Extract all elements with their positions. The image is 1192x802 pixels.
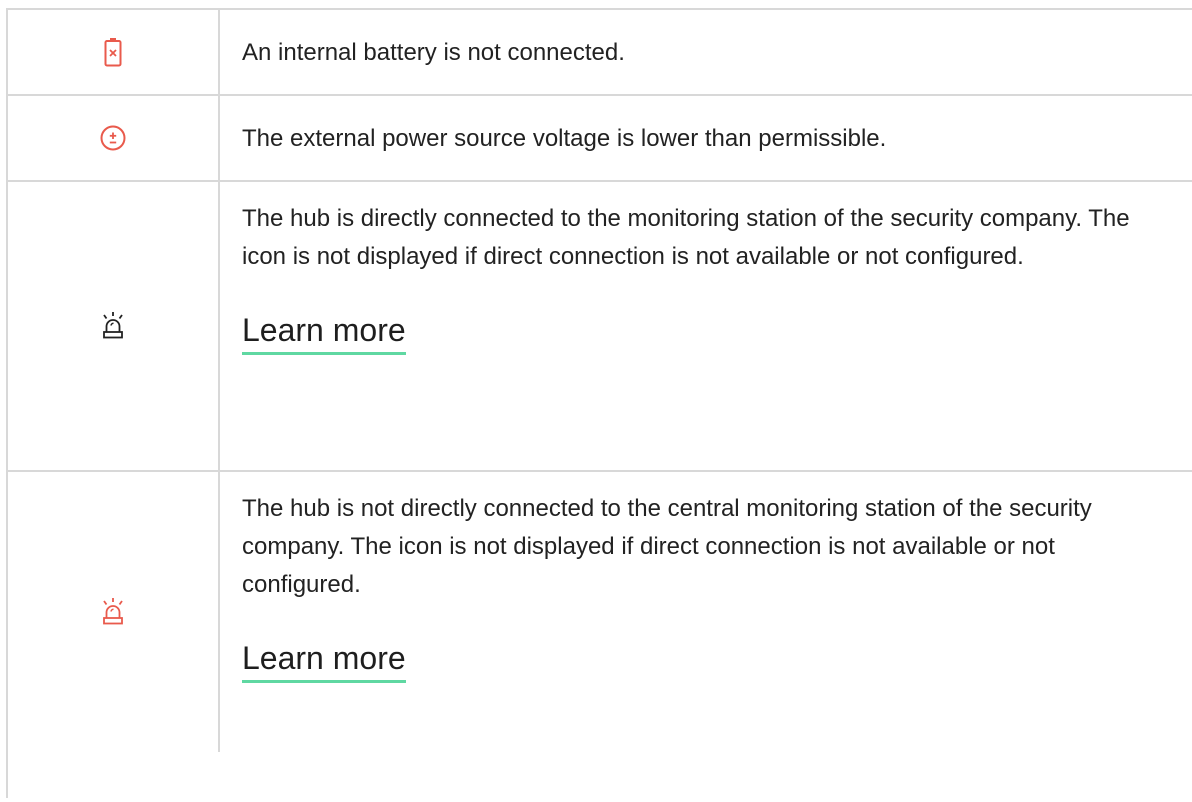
row-description: The hub is not directly connected to the… (242, 495, 1092, 598)
learn-more-link[interactable]: Learn more (242, 638, 406, 683)
row-description: The external power source voltage is low… (242, 125, 887, 152)
table-row: The external power source voltage is low… (8, 96, 1192, 182)
row-description: The hub is directly connected to the mon… (242, 205, 1130, 270)
battery-disconnected-icon (104, 37, 122, 67)
siren-icon (99, 311, 127, 341)
learn-more-wrapper: Learn more (242, 310, 1172, 355)
learn-more-wrapper: Learn more (242, 638, 1172, 683)
icon-cell (8, 96, 220, 180)
status-icon-table: An internal battery is not connected. Th… (6, 8, 1192, 798)
table-row: The hub is not directly connected to the… (8, 472, 1192, 802)
icon-cell (8, 472, 220, 752)
power-voltage-icon (100, 125, 126, 151)
siren-red-icon (99, 597, 127, 627)
table-row: The hub is directly connected to the mon… (8, 182, 1192, 472)
icon-cell (8, 182, 220, 470)
table-row: An internal battery is not connected. (8, 10, 1192, 96)
row-description: An internal battery is not connected. (242, 39, 625, 66)
icon-cell (8, 10, 220, 94)
learn-more-link[interactable]: Learn more (242, 310, 406, 355)
row-description-block: The hub is not directly connected to the… (242, 490, 1172, 683)
row-description-block: The hub is directly connected to the mon… (242, 200, 1172, 355)
